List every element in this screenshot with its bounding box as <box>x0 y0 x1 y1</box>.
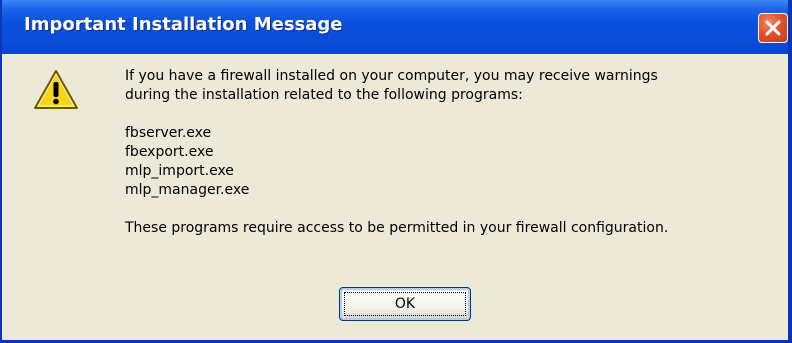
message-text: If you have a firewall installed on your… <box>125 67 668 238</box>
program-item: fbserver.exe <box>125 125 212 141</box>
message-footer: These programs require access to be perm… <box>125 220 669 236</box>
program-item: mlp_import.exe <box>125 163 234 179</box>
close-button[interactable] <box>758 13 788 43</box>
program-item: fbexport.exe <box>125 144 214 160</box>
close-icon <box>765 20 781 36</box>
installation-message-dialog: Important Installation Message If you ha… <box>0 0 792 343</box>
message-intro-line-2: during the installation related to the f… <box>125 87 523 103</box>
program-item: mlp_manager.exe <box>125 182 250 198</box>
ok-button[interactable]: OK <box>339 287 471 321</box>
title-bar[interactable]: Important Installation Message <box>2 0 788 54</box>
dialog-body: If you have a firewall installed on your… <box>2 54 788 340</box>
message-intro-line-1: If you have a firewall installed on your… <box>125 68 658 84</box>
warning-icon <box>34 70 78 109</box>
ok-button-label: OK <box>394 296 416 312</box>
dialog-title: Important Installation Message <box>24 14 343 35</box>
